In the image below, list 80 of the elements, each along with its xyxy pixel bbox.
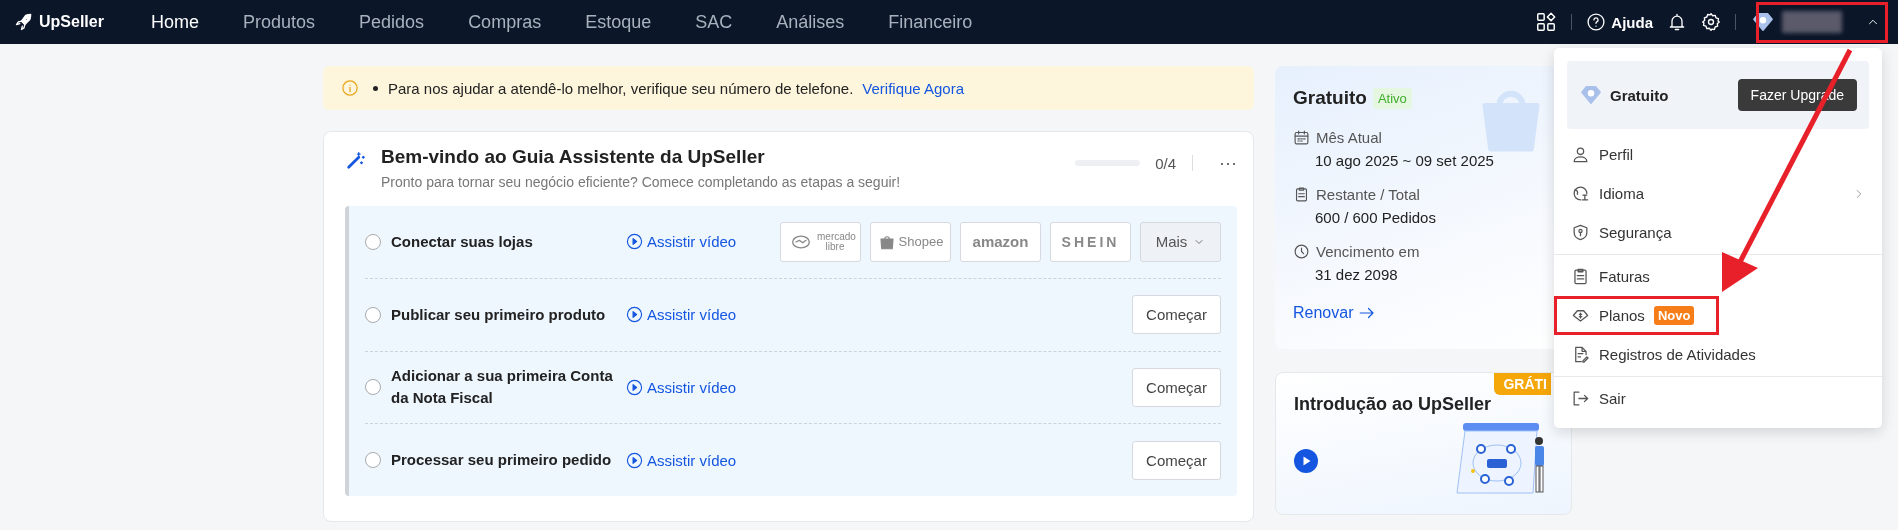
logo-text: UpSeller [39, 13, 104, 31]
renew-link[interactable]: Renovar [1293, 304, 1554, 322]
platform-button[interactable]: amazon [960, 221, 1041, 262]
menu-item[interactable]: Perfil [1554, 135, 1882, 174]
nav-tab[interactable]: Pedidos [359, 11, 425, 33]
play-button-icon [1294, 449, 1318, 473]
menu-item[interactable]: Faturas [1554, 257, 1882, 296]
nav-tab[interactable]: SAC [695, 11, 733, 33]
plan-name: Gratuito [1293, 87, 1367, 109]
nav-tab[interactable]: Financeiro [888, 11, 973, 33]
watch-video-link[interactable]: Assistir vídeo [626, 233, 737, 251]
platform-button[interactable]: Shopee [870, 221, 951, 262]
guide-title: Bem-vindo ao Guia Assistente da UpSeller [381, 146, 766, 168]
radio-button[interactable] [365, 452, 381, 469]
menu-item[interactable]: Idioma [1554, 174, 1882, 213]
settings-icon [1701, 12, 1721, 32]
nav-tab[interactable]: Análises [776, 11, 845, 33]
start-button[interactable]: Começar [1132, 440, 1221, 480]
user-icon [1571, 145, 1590, 164]
nav-tab[interactable]: Compras [468, 11, 542, 33]
logout-icon [1571, 389, 1590, 408]
clipboard-icon [1571, 267, 1590, 286]
calendar-icon [1293, 129, 1310, 146]
start-button[interactable]: Começar [1132, 295, 1221, 335]
radio-button[interactable] [365, 233, 381, 250]
diamond-icon [1752, 11, 1774, 33]
rocket-icon [14, 12, 34, 32]
radio-button[interactable] [365, 379, 381, 396]
plan-value: 31 dez 2098 [1315, 266, 1399, 283]
progress-count: 0/4 [1154, 154, 1176, 172]
info-icon [341, 79, 359, 97]
verify-link[interactable]: Verifique Agora [862, 79, 965, 97]
menu-item[interactable]: Sair [1554, 379, 1882, 418]
help-link[interactable]: Ajuda [1586, 12, 1653, 32]
play-icon [626, 378, 643, 396]
play-icon [626, 451, 643, 469]
nav-tab[interactable]: Estoque [585, 11, 652, 33]
guide-subtitle: Pronto para tornar seu negócio eficiente? Comece completando as etapas a seguir! [381, 174, 902, 190]
more-platforms-button[interactable]: Mais [1140, 221, 1221, 262]
step-label: Adicionar a sua primeira Conta da Nota Fiscal [391, 366, 614, 409]
start-button[interactable]: Começar [1132, 367, 1221, 407]
plan-label: Vencimento em [1316, 243, 1420, 260]
help-icon [1586, 12, 1607, 32]
magic-wand-icon [345, 149, 367, 171]
menu-item[interactable]: Planos Novo [1554, 296, 1882, 335]
plan-value: 600 / 600 Pedidos [1315, 209, 1437, 226]
watch-video-link[interactable]: Assistir vídeo [626, 306, 737, 324]
new-badge: Novo [1653, 306, 1695, 325]
apps-icon [1535, 11, 1558, 33]
nav-tab[interactable]: Produtos [243, 11, 316, 33]
free-badge: GRÁTI [1494, 373, 1551, 395]
shield-icon [1571, 223, 1590, 242]
status-badge: Ativo [1372, 87, 1412, 109]
radio-button[interactable] [365, 306, 381, 323]
step-label: Conectar suas lojas [391, 231, 534, 252]
play-icon [626, 306, 643, 324]
platform-button[interactable]: mercado libre [780, 221, 861, 262]
redacted-name [1782, 11, 1842, 33]
clipboard-icon [1293, 186, 1310, 203]
more-button[interactable]: ⋯ [1219, 152, 1237, 174]
nav-tab[interactable]: Home [151, 11, 199, 33]
watch-video-link[interactable]: Assistir vídeo [626, 378, 737, 396]
bell-icon [1667, 12, 1687, 32]
plan-name: Gratuito [1610, 86, 1669, 104]
plan-label: Mês Atual [1316, 129, 1382, 146]
bullet-icon [373, 85, 378, 91]
diamond-icon [1580, 84, 1602, 106]
plan-label: Restante / Total [1316, 186, 1420, 203]
globe-icon [1571, 184, 1590, 203]
alert-text: Para nos ajudar a atendê-lo melhor, verifique seu número de telefone. [388, 79, 854, 97]
plan-value: 10 ago 2025 ~ 09 set 2025 [1315, 152, 1495, 169]
play-icon [626, 233, 643, 251]
menu-item[interactable]: Segurança [1554, 213, 1882, 252]
watch-video-link[interactable]: Assistir vídeo [626, 451, 737, 469]
step-label: Processar seu primeiro pedido [391, 450, 613, 471]
clock-icon [1293, 243, 1310, 260]
step-label: Publicar seu primeiro produto [391, 304, 607, 325]
platform-button[interactable]: SHEIN [1050, 221, 1131, 262]
menu-item[interactable]: Registros de Atividades [1554, 335, 1882, 374]
intro-title: Introdução ao UpSeller [1294, 394, 1493, 415]
